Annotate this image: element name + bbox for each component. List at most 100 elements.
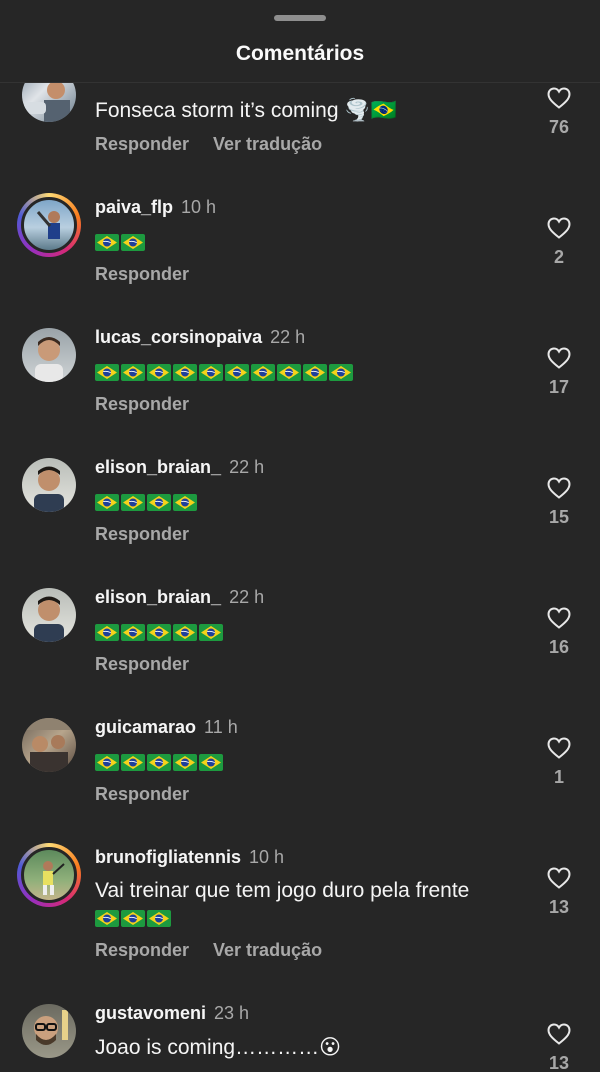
brazil-flag-icon <box>329 364 353 382</box>
like-count: 13 <box>548 1053 570 1072</box>
timestamp: 22 h <box>229 587 265 607</box>
like-count: 13 <box>548 897 570 917</box>
brazil-flag-icon <box>277 364 301 382</box>
username[interactable]: guicamarao <box>95 717 196 737</box>
username[interactable]: elison_braian_ <box>95 457 221 477</box>
like-count: 16 <box>548 637 570 657</box>
flag-emoji-row <box>95 227 147 257</box>
username[interactable]: elison_braian_ <box>95 587 221 607</box>
translate-button[interactable]: Ver tradução <box>213 134 322 154</box>
reply-button[interactable]: Responder <box>95 654 189 674</box>
like-button[interactable]: 76 <box>540 87 578 138</box>
brazil-flag-icon <box>121 234 145 252</box>
sheet-header: Comentários <box>0 0 600 83</box>
comment-actions: Responder Ver tradução <box>95 940 322 961</box>
heart-outline-icon <box>547 217 571 239</box>
flag-emoji-row <box>95 617 225 647</box>
comment-text-line2 <box>95 903 173 933</box>
comment-text: Vai treinar que tem jogo duro pela frent… <box>95 879 470 902</box>
avatar[interactable] <box>22 1004 76 1058</box>
brazil-flag-icon <box>95 494 119 512</box>
comment-meta: gustavomeni 23 h <box>95 1003 249 1024</box>
like-button[interactable]: 15 <box>540 477 578 528</box>
reply-button[interactable]: Responder <box>95 524 189 544</box>
brazil-flag-icon <box>251 364 275 382</box>
brazil-flag-icon <box>121 494 145 512</box>
drag-handle[interactable] <box>274 15 326 21</box>
comment-text <box>95 617 225 647</box>
avatar[interactable] <box>22 458 76 512</box>
comment-meta: brunofigliatennis 10 h <box>95 847 284 868</box>
brazil-flag-icon <box>199 754 223 772</box>
reply-button[interactable]: Responder <box>95 940 189 960</box>
comment-meta: paiva_flp 10 h <box>95 197 216 218</box>
comment-actions: Responder Ver tradução <box>95 134 322 155</box>
timestamp: 22 h <box>270 327 306 347</box>
like-button[interactable]: 2 <box>540 217 578 268</box>
heart-outline-icon <box>547 737 571 759</box>
brazil-flag-icon <box>147 754 171 772</box>
page-title: Comentários <box>235 42 365 65</box>
flag-emoji-row <box>95 747 225 777</box>
timestamp: 23 h <box>214 1003 250 1023</box>
brazil-flag-icon <box>147 364 171 382</box>
brazil-flag-icon <box>121 364 145 382</box>
avatar <box>21 197 77 253</box>
comment-text <box>95 747 225 777</box>
like-button[interactable]: 1 <box>540 737 578 788</box>
comment-text: Joao is coming…………😮 <box>95 1036 341 1059</box>
comment-text: Fonseca storm it’s coming 🌪️🇧🇷 <box>95 99 397 122</box>
comment-actions: Responder <box>95 784 189 805</box>
heart-outline-icon <box>547 867 571 889</box>
avatar-story-ring[interactable] <box>17 843 81 907</box>
username[interactable]: paiva_flp <box>95 197 173 217</box>
brazil-flag-icon <box>121 910 145 928</box>
comment-actions: Responder <box>95 524 189 545</box>
comment-text <box>95 227 147 257</box>
like-count: 1 <box>553 767 564 787</box>
like-count: 17 <box>548 377 570 397</box>
comment-actions: Responder <box>95 654 189 675</box>
comment-meta: lucas_corsinopaiva 22 h <box>95 327 305 348</box>
like-button[interactable]: 13 <box>540 867 578 918</box>
username[interactable]: gustavomeni <box>95 1003 206 1023</box>
comments-list[interactable]: Fonseca storm it’s coming 🌪️🇧🇷 Responder… <box>0 0 600 1072</box>
like-button[interactable]: 13 <box>540 1023 578 1072</box>
heart-outline-icon <box>547 477 571 499</box>
like-count: 15 <box>548 507 570 527</box>
brazil-flag-icon <box>95 364 119 382</box>
brazil-flag-icon <box>95 234 119 252</box>
username[interactable]: lucas_corsinopaiva <box>95 327 262 347</box>
flag-emoji-row <box>95 903 173 933</box>
avatar[interactable] <box>22 718 76 772</box>
brazil-flag-icon <box>121 624 145 642</box>
comment-actions: Responder <box>95 394 189 415</box>
reply-button[interactable]: Responder <box>95 394 189 414</box>
like-count: 2 <box>553 247 564 267</box>
translate-button[interactable]: Ver tradução <box>213 940 322 960</box>
reply-button[interactable]: Responder <box>95 134 189 154</box>
like-button[interactable]: 16 <box>540 607 578 658</box>
avatar[interactable] <box>22 328 76 382</box>
username[interactable]: brunofigliatennis <box>95 847 241 867</box>
heart-outline-icon <box>547 347 571 369</box>
comment-text <box>95 357 355 387</box>
flag-emoji-row <box>95 487 199 517</box>
comment-text <box>95 487 199 517</box>
like-count: 76 <box>548 117 570 137</box>
brazil-flag-icon <box>147 494 171 512</box>
brazil-flag-icon <box>199 624 223 642</box>
reply-button[interactable]: Responder <box>95 784 189 804</box>
reply-button[interactable]: Responder <box>95 264 189 284</box>
like-button[interactable]: 17 <box>540 347 578 398</box>
avatar-story-ring[interactable] <box>17 193 81 257</box>
brazil-flag-icon <box>199 364 223 382</box>
comment-actions: Responder <box>95 264 189 285</box>
brazil-flag-icon <box>95 624 119 642</box>
flag-emoji-row <box>95 357 355 387</box>
timestamp: 10 h <box>181 197 217 217</box>
avatar[interactable] <box>22 588 76 642</box>
brazil-flag-icon <box>225 364 249 382</box>
brazil-flag-icon <box>147 910 171 928</box>
brazil-flag-icon <box>95 910 119 928</box>
